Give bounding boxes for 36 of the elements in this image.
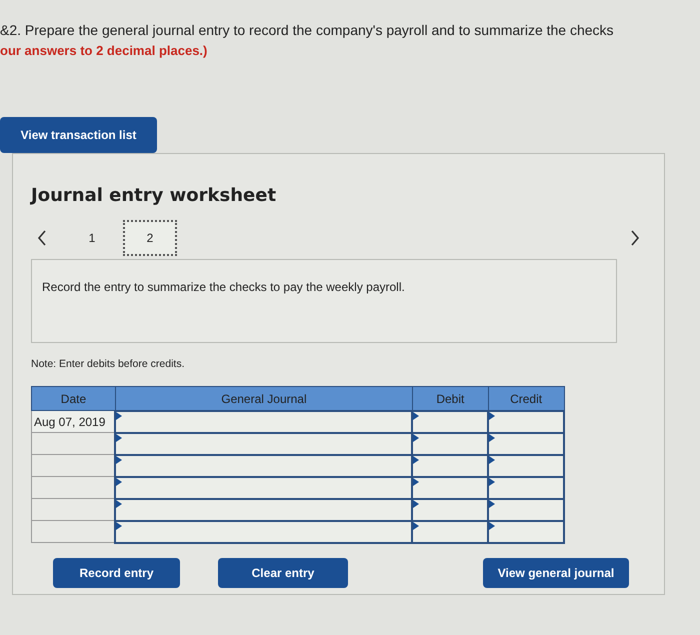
- worksheet-title: Journal entry worksheet: [31, 184, 278, 208]
- action-button[interactable]: Record entry: [53, 558, 180, 588]
- column-header: Date: [32, 386, 116, 411]
- entry-field[interactable]: [488, 520, 564, 543]
- entry-field[interactable]: [412, 520, 488, 543]
- column-header: Credit: [488, 386, 564, 411]
- entry-field[interactable]: [412, 432, 488, 455]
- action-button[interactable]: Clear entry: [218, 558, 348, 588]
- entry-field[interactable]: [115, 520, 412, 543]
- entry-field[interactable]: [488, 410, 564, 433]
- instruction-text: our answers to 2 decimal places.): [0, 42, 208, 60]
- column-header: General Journal: [115, 386, 412, 411]
- column-header: Debit: [412, 386, 488, 411]
- entry-field[interactable]: [115, 454, 412, 477]
- entry-field[interactable]: [412, 454, 488, 477]
- page-tab[interactable]: 1: [65, 220, 119, 256]
- note-text: Note: Enter debits before credits.: [31, 356, 186, 372]
- entry-field[interactable]: [488, 476, 564, 499]
- entry-field[interactable]: [115, 498, 412, 521]
- entry-field[interactable]: [115, 410, 412, 433]
- entry-field[interactable]: [488, 432, 564, 455]
- entry-field[interactable]: [488, 498, 564, 521]
- next-icon[interactable]: [630, 230, 640, 246]
- entry-field[interactable]: [412, 498, 488, 521]
- page-tab[interactable]: 2: [123, 220, 177, 256]
- previous-icon[interactable]: [37, 230, 47, 246]
- entry-field[interactable]: [115, 432, 412, 455]
- entry-field[interactable]: [412, 410, 488, 433]
- entry-field[interactable]: [488, 454, 564, 477]
- view-transaction-list-button[interactable]: View transaction list: [0, 116, 157, 152]
- entry-field[interactable]: [412, 476, 488, 499]
- action-button[interactable]: View general journal: [483, 558, 629, 588]
- date-cell: Aug 07, 2019: [32, 410, 116, 433]
- question-text: &2. Prepare the general journal entry to record the company's payroll and to summarize the checks: [0, 21, 615, 40]
- entry-field[interactable]: [115, 476, 412, 499]
- prompt-text: Record the entry to summarize the checks to pay the weekly payroll.: [42, 278, 406, 296]
